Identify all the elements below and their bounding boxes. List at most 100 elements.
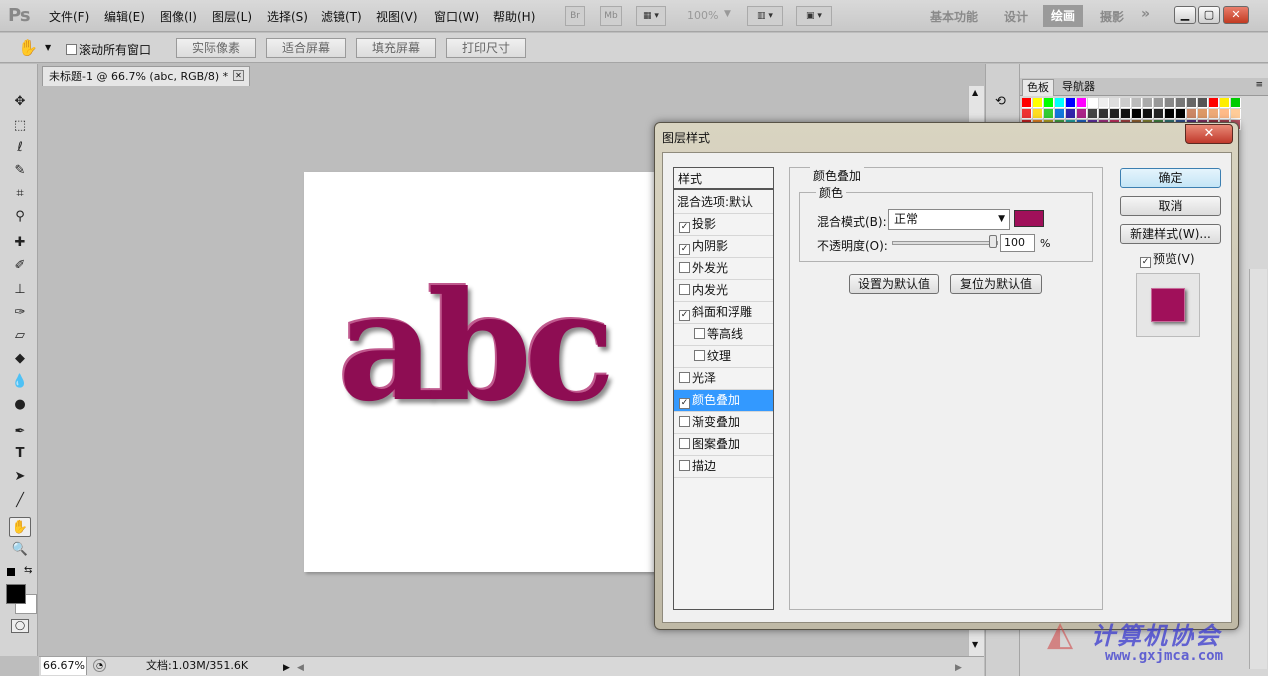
- pen-tool-icon[interactable]: ✒: [9, 422, 31, 442]
- color-swatch[interactable]: [1143, 98, 1153, 108]
- line-tool-icon[interactable]: ╱: [9, 491, 31, 511]
- default-colors-icon[interactable]: [7, 568, 15, 576]
- color-swatch[interactable]: [1121, 98, 1131, 108]
- zoom-tool-icon[interactable]: 🔍: [9, 540, 31, 560]
- history-panel-icon[interactable]: ⟲: [995, 94, 1006, 109]
- menu-layer[interactable]: 图层(L): [212, 8, 252, 25]
- scroll-all-windows-checkbox[interactable]: 滚动所有窗口: [66, 41, 151, 58]
- hand-tool-icon[interactable]: ✋: [9, 517, 31, 537]
- checkbox-checked-icon[interactable]: ✓: [679, 244, 690, 255]
- eraser-tool-icon[interactable]: ▱: [9, 326, 31, 346]
- clone-stamp-tool-icon[interactable]: ⊥: [9, 280, 31, 300]
- opacity-slider-track[interactable]: [892, 241, 998, 245]
- panel-scroll-strip[interactable]: [1249, 269, 1267, 669]
- color-swatch[interactable]: [1231, 109, 1241, 119]
- new-style-button[interactable]: 新建样式(W)...: [1120, 224, 1221, 244]
- history-brush-tool-icon[interactable]: ✑: [9, 303, 31, 323]
- zoom-level[interactable]: 100%: [687, 9, 718, 22]
- close-document-icon[interactable]: ✕: [233, 70, 244, 81]
- color-swatch[interactable]: [1088, 109, 1098, 119]
- color-swatch[interactable]: [1187, 98, 1197, 108]
- workspace-essentials[interactable]: 基本功能: [930, 8, 978, 25]
- color-swatch[interactable]: [1231, 98, 1241, 108]
- ok-button[interactable]: 确定: [1120, 168, 1221, 188]
- style-item[interactable]: 纹理: [674, 346, 773, 368]
- color-swatch[interactable]: [1209, 98, 1219, 108]
- dodge-tool-icon[interactable]: ●: [9, 395, 31, 415]
- color-swatch[interactable]: [1187, 109, 1197, 119]
- checkbox-icon[interactable]: [679, 262, 690, 273]
- color-swatch[interactable]: [1044, 98, 1054, 108]
- color-swatch[interactable]: [1209, 109, 1219, 119]
- color-swatch[interactable]: [1110, 98, 1120, 108]
- tab-navigator[interactable]: 导航器: [1058, 79, 1099, 96]
- workspace-painting[interactable]: 绘画: [1043, 5, 1083, 27]
- checkbox-icon[interactable]: [694, 350, 705, 361]
- style-item[interactable]: 外发光: [674, 258, 773, 280]
- screen-mode-icon[interactable]: ▣ ▾: [796, 6, 832, 26]
- color-swatch[interactable]: [1198, 109, 1208, 119]
- view-extras-icon[interactable]: ▦ ▾: [636, 6, 666, 26]
- healing-brush-tool-icon[interactable]: ✚: [9, 233, 31, 253]
- styles-header[interactable]: 样式: [674, 168, 773, 190]
- color-swatch[interactable]: [1132, 98, 1142, 108]
- style-item[interactable]: 图案叠加: [674, 434, 773, 456]
- color-swatch[interactable]: [1176, 98, 1186, 108]
- document-tab[interactable]: 未标题-1 @ 66.7% (abc, RGB/8) * ✕: [42, 66, 250, 86]
- document-canvas[interactable]: abc: [304, 172, 664, 572]
- close-window-button[interactable]: ✕: [1223, 6, 1249, 24]
- workspace-design[interactable]: 设计: [1004, 8, 1028, 25]
- color-swatch[interactable]: [1033, 98, 1043, 108]
- color-swatch[interactable]: [1044, 109, 1054, 119]
- workspace-more-icon[interactable]: »: [1141, 6, 1150, 22]
- bridge-button[interactable]: Br: [565, 6, 585, 26]
- opacity-slider-thumb[interactable]: [989, 235, 997, 248]
- hand-tool-icon[interactable]: ✋: [18, 38, 38, 57]
- eyedropper-tool-icon[interactable]: ⚲: [9, 207, 31, 227]
- fit-screen-button[interactable]: 适合屏幕: [266, 38, 346, 58]
- lasso-tool-icon[interactable]: ℓ: [9, 138, 31, 158]
- workspace-photography[interactable]: 摄影: [1100, 8, 1124, 25]
- color-swatch[interactable]: [1198, 98, 1208, 108]
- color-swatch[interactable]: [1220, 98, 1230, 108]
- arrange-documents-icon[interactable]: ▥ ▾: [747, 6, 783, 26]
- swap-colors-icon[interactable]: ⇆: [24, 565, 32, 576]
- color-swatch[interactable]: [1066, 109, 1076, 119]
- style-item[interactable]: ✓ 斜面和浮雕: [674, 302, 773, 324]
- panel-menu-icon[interactable]: ≡: [1255, 80, 1263, 90]
- scroll-up-icon[interactable]: ▲: [972, 88, 978, 97]
- maximize-button[interactable]: ▢: [1198, 6, 1220, 24]
- menu-help[interactable]: 帮助(H): [493, 8, 535, 25]
- menu-view[interactable]: 视图(V): [376, 8, 418, 25]
- style-item[interactable]: ✓ 内阴影: [674, 236, 773, 258]
- tool-preset-dropdown-icon[interactable]: ▼: [45, 43, 51, 52]
- set-default-button[interactable]: 设置为默认值: [849, 274, 939, 294]
- type-tool-icon[interactable]: T: [9, 444, 31, 464]
- menu-edit[interactable]: 编辑(E): [104, 8, 145, 25]
- blend-options-item[interactable]: 混合选项:默认: [674, 192, 773, 214]
- menu-filter[interactable]: 滤镜(T): [321, 8, 362, 25]
- color-swatch[interactable]: [1165, 98, 1175, 108]
- style-item[interactable]: 光泽: [674, 368, 773, 390]
- move-tool-icon[interactable]: ✥: [9, 92, 31, 112]
- color-swatch[interactable]: [1143, 109, 1153, 119]
- fill-screen-button[interactable]: 填充屏幕: [356, 38, 436, 58]
- color-swatch[interactable]: [1099, 109, 1109, 119]
- color-swatch[interactable]: [1022, 109, 1032, 119]
- style-item[interactable]: ✓ 颜色叠加: [674, 390, 773, 412]
- style-item[interactable]: 渐变叠加: [674, 412, 773, 434]
- color-swatch[interactable]: [1099, 98, 1109, 108]
- color-swatch[interactable]: [1110, 109, 1120, 119]
- color-swatch[interactable]: [1033, 109, 1043, 119]
- color-swatch[interactable]: [1055, 98, 1065, 108]
- color-swatch[interactable]: [1176, 109, 1186, 119]
- color-swatch[interactable]: [1220, 109, 1230, 119]
- overlay-color-swatch[interactable]: [1014, 210, 1044, 227]
- preview-checkbox[interactable]: ✓ 预览(V): [1140, 250, 1195, 268]
- checkbox-icon[interactable]: [679, 416, 690, 427]
- quick-select-tool-icon[interactable]: ✎: [9, 161, 31, 181]
- color-swatch[interactable]: [1066, 98, 1076, 108]
- zoom-field[interactable]: 66.67%: [41, 657, 87, 675]
- mini-bridge-button[interactable]: Mb: [600, 6, 622, 26]
- color-swatch[interactable]: [1077, 98, 1087, 108]
